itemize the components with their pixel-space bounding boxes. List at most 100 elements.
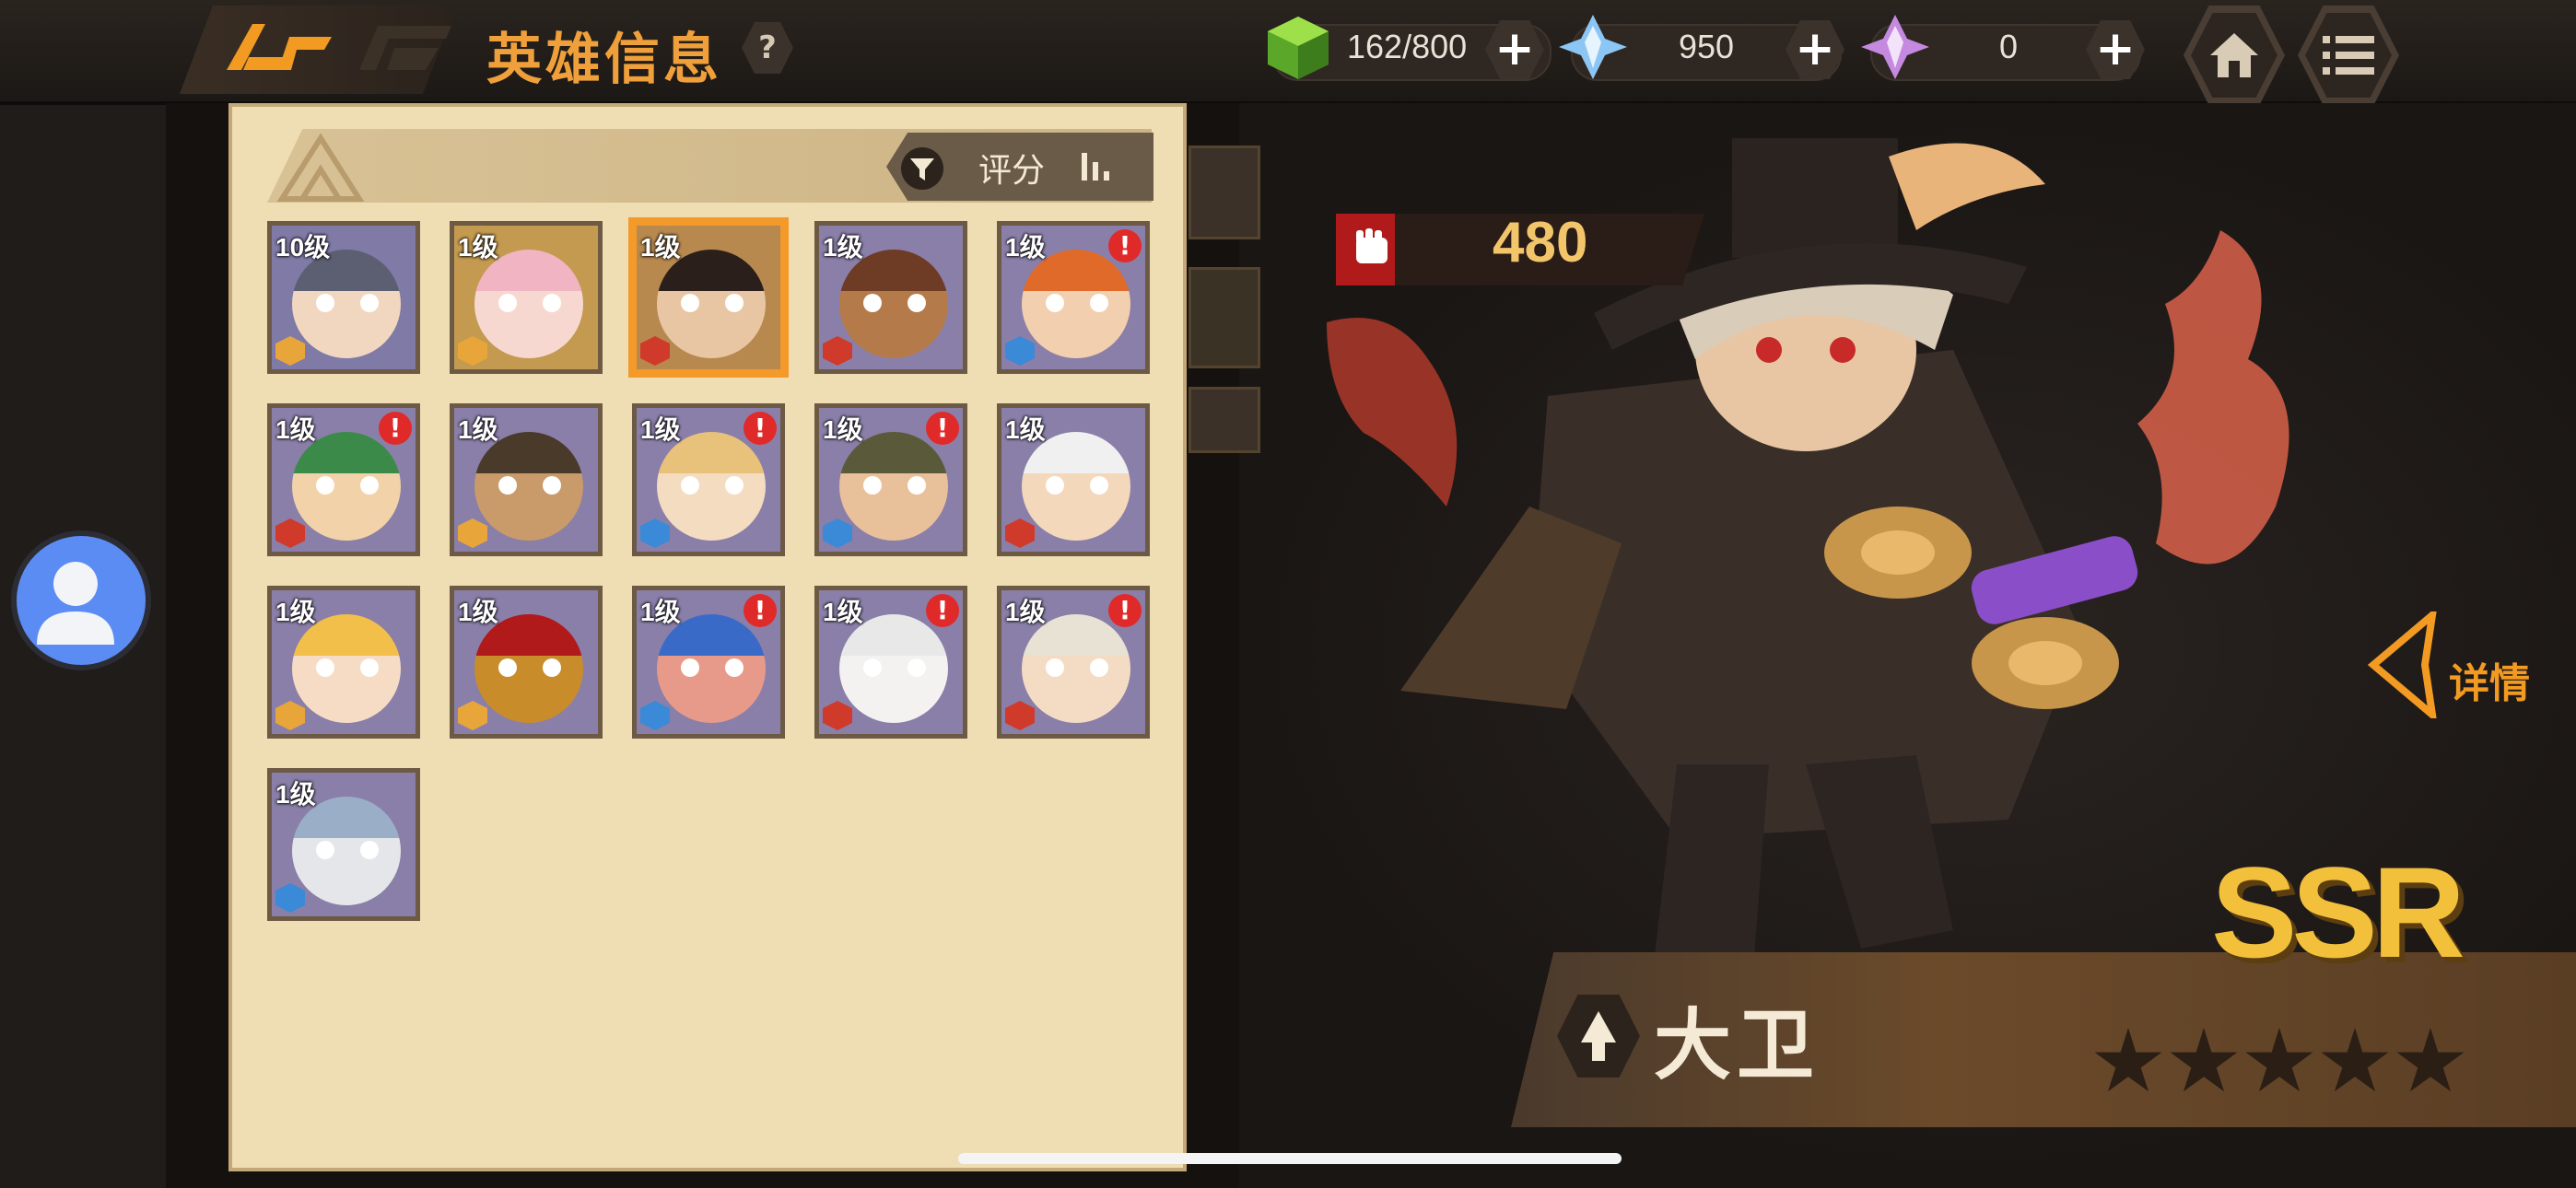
hero-card[interactable]: 1级: [450, 586, 603, 739]
hero-avatar: [1022, 432, 1130, 541]
hero-class-icon: [458, 336, 487, 366]
blue-crystal-icon: [1557, 11, 1629, 83]
hero-avatar-eye: [725, 294, 744, 312]
hero-avatar-eye: [360, 294, 379, 312]
hero-card[interactable]: 10级: [267, 221, 420, 374]
page-title: 英雄信息: [486, 28, 722, 92]
hero-avatar-eye: [498, 476, 517, 495]
hero-level-label: 1级: [823, 415, 863, 444]
home-indicator[interactable]: [958, 1153, 1622, 1164]
hero-avatar-eye: [498, 294, 517, 312]
hero-card[interactable]: 1级: [450, 221, 603, 374]
hero-avatar-eye: [1046, 476, 1064, 495]
hero-class-icon: [275, 701, 305, 730]
hero-avatar-eye: [316, 841, 334, 859]
hero-avatar-eye: [1046, 294, 1064, 312]
hero-class-icon: [458, 518, 487, 548]
hero-avatar: [292, 432, 401, 541]
hero-avatar-eye: [907, 294, 926, 312]
hero-level-label: 1级: [458, 233, 498, 262]
side-tab-2[interactable]: [1188, 267, 1260, 368]
hero-class-icon: [275, 883, 305, 913]
hero-avatar-eye: [360, 476, 379, 495]
detail-arrow-icon[interactable]: [2367, 606, 2440, 724]
funnel-icon[interactable]: [901, 147, 943, 190]
rarity-badge: SSR: [2211, 840, 2465, 984]
hero-level-label: 1级: [1005, 415, 1046, 444]
hero-level-label: 1级: [1005, 233, 1046, 262]
sort-bars-icon: [1080, 151, 1111, 182]
hero-card[interactable]: 1级!: [632, 403, 785, 556]
hero-avatar: [657, 614, 766, 723]
hero-avatar: [839, 250, 948, 358]
hero-avatar: [1022, 250, 1130, 358]
hero-class-icon: [1005, 518, 1035, 548]
hero-class-icon: [640, 701, 670, 730]
hero-eye-right: [1830, 337, 1856, 363]
hero-card[interactable]: 1级: [267, 586, 420, 739]
hero-card[interactable]: 1级: [632, 221, 785, 374]
purple-crystal-icon: [1859, 11, 1931, 83]
hero-card[interactable]: 1级!: [632, 586, 785, 739]
hero-avatar-eye: [543, 476, 561, 495]
hero-level-label: 1级: [1005, 598, 1046, 626]
premium-crystal-value: 0: [1999, 28, 2019, 65]
hero-avatar: [839, 614, 948, 723]
floating-assistant-button[interactable]: [11, 530, 151, 670]
hero-avatar-eye: [543, 294, 561, 312]
hero-hat-feather: [1889, 143, 2045, 230]
alert-badge-icon: !: [1108, 594, 1142, 627]
hero-avatar-eye: [863, 294, 882, 312]
hero-card[interactable]: 1级: [450, 403, 603, 556]
hero-card[interactable]: 1级: [267, 768, 420, 921]
hero-card[interactable]: 1级!: [267, 403, 420, 556]
alert-badge-icon: !: [926, 594, 959, 627]
hero-avatar-eye: [863, 476, 882, 495]
hero-avatar-eye: [863, 658, 882, 677]
hero-level-label: 1级: [640, 233, 681, 262]
hero-avatar-eye: [316, 476, 334, 495]
hero-avatar: [474, 432, 583, 541]
side-tab-1[interactable]: [1188, 146, 1260, 239]
green-cube-icon: [1262, 11, 1334, 83]
hero-level-label: 1级: [823, 233, 863, 262]
hero-avatar: [657, 250, 766, 358]
hero-class-icon: [823, 336, 852, 366]
hero-avatar-eye: [681, 294, 699, 312]
hero-card[interactable]: 1级!: [997, 221, 1150, 374]
hero-avatar-eye: [316, 658, 334, 677]
hero-level-label: 1级: [275, 780, 316, 809]
hero-card[interactable]: 1级: [997, 403, 1150, 556]
hero-avatar-eye: [1046, 658, 1064, 677]
hero-avatar-eye: [360, 658, 379, 677]
hero-card[interactable]: 1级: [814, 221, 967, 374]
hero-avatar-eye: [360, 841, 379, 859]
hero-avatar: [474, 250, 583, 358]
hero-name: 大卫: [1654, 1000, 1821, 1090]
hero-card[interactable]: 1级!: [814, 403, 967, 556]
hero-card[interactable]: 1级!: [997, 586, 1150, 739]
hero-class-icon: [640, 518, 670, 548]
hero-class-icon: [1005, 336, 1035, 366]
alert-badge-icon: !: [1108, 229, 1142, 262]
hero-level-label: 1级: [275, 598, 316, 626]
flame-effect-left: [1327, 318, 1458, 507]
hero-eye-left: [1756, 337, 1782, 363]
hero-avatar-eye: [1090, 294, 1108, 312]
hero-level-label: 1级: [823, 598, 863, 626]
hero-avatar: [474, 614, 583, 723]
hero-level-label: 1级: [458, 415, 498, 444]
hero-avatar: [657, 432, 766, 541]
fist-icon: [1347, 225, 1397, 274]
hero-avatar-eye: [681, 476, 699, 495]
hero-card[interactable]: 1级!: [814, 586, 967, 739]
hero-avatar-eye: [316, 294, 334, 312]
side-tab-3[interactable]: [1188, 387, 1260, 453]
hero-avatar-eye: [1090, 476, 1108, 495]
hero-avatar: [292, 614, 401, 723]
hero-avatar-eye: [1090, 658, 1108, 677]
hero-level-label: 1级: [640, 598, 681, 626]
detail-button[interactable]: 详情: [2449, 650, 2530, 709]
hero-avatar-eye: [543, 658, 561, 677]
alert-badge-icon: !: [744, 594, 777, 627]
